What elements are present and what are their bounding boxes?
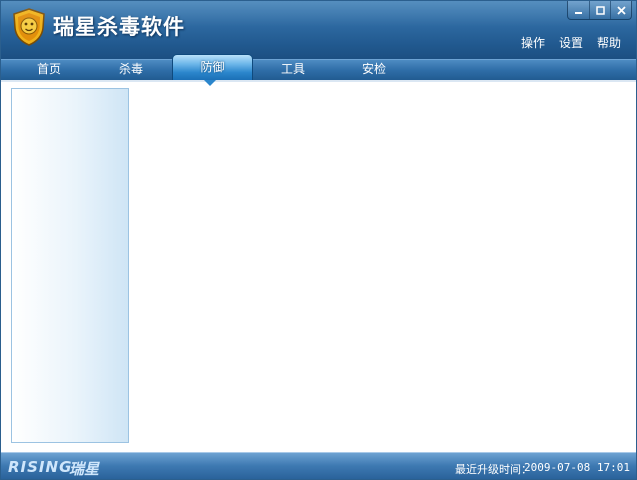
top-menu: 操作 设置 帮助 [521, 34, 621, 51]
main-content-area [137, 88, 632, 443]
status-bar: RISING 瑞星 最近升级时间： 2009-07-08 17:01 [1, 452, 636, 479]
maximize-button[interactable] [589, 1, 610, 19]
menu-operate[interactable]: 操作 [521, 34, 545, 51]
rising-lion-logo-icon [13, 8, 45, 46]
minimize-icon [575, 11, 582, 14]
close-icon [616, 5, 626, 15]
tab-security-check[interactable]: 安检 [335, 60, 413, 80]
active-tab-pointer-icon [204, 80, 216, 86]
tab-underline [1, 80, 636, 82]
tab-defense[interactable]: 防御 [172, 54, 253, 80]
last-update-label: 最近升级时间： [455, 463, 532, 476]
close-button[interactable] [610, 1, 631, 19]
maximize-icon [595, 5, 605, 15]
tab-bar: 首页 杀毒 防御 工具 安检 [1, 54, 636, 80]
tab-home[interactable]: 首页 [10, 60, 88, 80]
app-title: 瑞星杀毒软件 [53, 15, 185, 39]
defense-side-panel [11, 88, 129, 443]
tab-tools[interactable]: 工具 [254, 60, 332, 80]
minimize-button[interactable] [568, 1, 589, 19]
menu-help[interactable]: 帮助 [597, 34, 621, 51]
window-controls [567, 1, 632, 20]
brand-logo-cn: 瑞星 [69, 460, 100, 478]
brand-logo-en: RISING [8, 458, 73, 476]
title-bar[interactable]: 瑞星杀毒软件 操作 设置 帮助 [1, 1, 636, 59]
app-window: 瑞星杀毒软件 操作 设置 帮助 首页 杀毒 防御 工具 安检 RISING 瑞星… [0, 0, 637, 480]
last-update-time: 2009-07-08 17:01 [524, 461, 630, 474]
tab-scan[interactable]: 杀毒 [92, 60, 170, 80]
menu-settings[interactable]: 设置 [559, 34, 583, 51]
